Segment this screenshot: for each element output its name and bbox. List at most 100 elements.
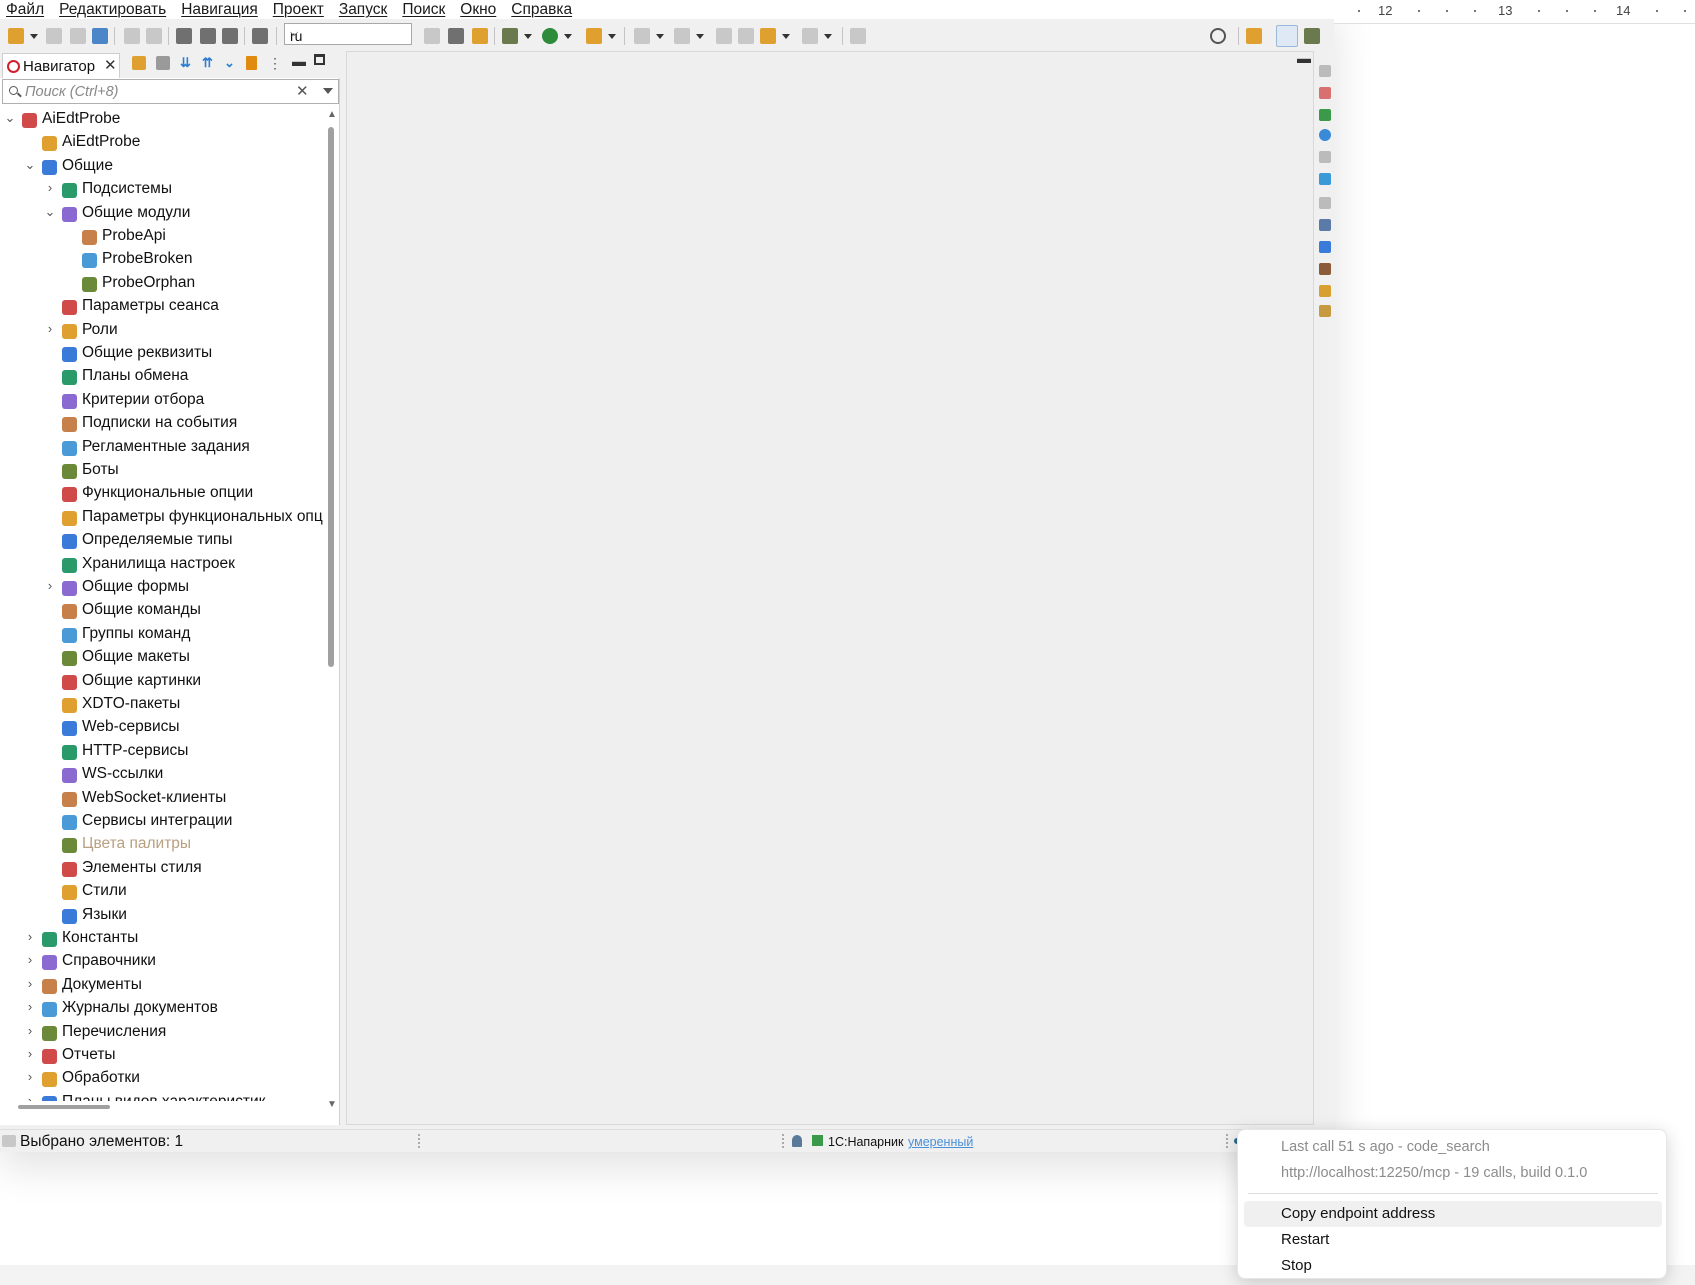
tree-item[interactable]: Общие картинки bbox=[0, 671, 325, 693]
tree-item[interactable]: ProbeBroken bbox=[0, 249, 325, 271]
chevron-right-icon[interactable]: › bbox=[24, 1093, 36, 1101]
copy-endpoint-address-item[interactable]: Copy endpoint address bbox=[1244, 1201, 1662, 1227]
bell-icon[interactable] bbox=[792, 1135, 802, 1147]
chevron-down-icon[interactable]: ⌄ bbox=[224, 56, 238, 70]
help-icon[interactable] bbox=[1319, 129, 1331, 141]
undo-icon[interactable] bbox=[124, 28, 140, 44]
save-all-icon[interactable] bbox=[70, 28, 86, 44]
pin-editor-icon[interactable] bbox=[850, 28, 866, 44]
tree-item[interactable]: › Справочники bbox=[0, 951, 325, 973]
tree-item[interactable]: HTTP-сервисы bbox=[0, 741, 325, 763]
scrollbar-thumb[interactable] bbox=[328, 127, 334, 667]
tree-item[interactable]: WS-ссылки bbox=[0, 764, 325, 786]
tree-item[interactable]: ProbeApi bbox=[0, 226, 325, 248]
chevron-down-icon[interactable]: ⌄ bbox=[44, 204, 56, 220]
tree-item[interactable]: Параметры функциональных опц bbox=[0, 507, 325, 529]
prev-annotation-dropdown-icon[interactable] bbox=[696, 34, 704, 39]
compare-icon[interactable] bbox=[200, 28, 216, 44]
last-edit-icon[interactable] bbox=[716, 28, 732, 44]
outline-icon[interactable] bbox=[1319, 219, 1331, 231]
language-combo[interactable]: ru ⌵ bbox=[284, 23, 412, 45]
expand-all-icon[interactable]: ⇊ bbox=[180, 56, 194, 70]
tree-item[interactable]: Общие реквизиты bbox=[0, 343, 325, 365]
tree-item[interactable]: Языки bbox=[0, 905, 325, 927]
maximize-icon[interactable] bbox=[314, 54, 325, 65]
chevron-down-icon[interactable]: ⌄ bbox=[24, 157, 36, 173]
tree-item[interactable]: Критерии отбора bbox=[0, 390, 325, 412]
scroll-down-icon[interactable]: ▼ bbox=[327, 1099, 337, 1110]
database-icon[interactable] bbox=[1319, 173, 1331, 185]
close-icon[interactable]: ✕ bbox=[104, 56, 117, 74]
restore-icon[interactable] bbox=[1319, 151, 1331, 163]
prev-annotation-icon[interactable] bbox=[674, 28, 690, 44]
chevron-right-icon[interactable]: › bbox=[24, 999, 36, 1014]
user-icon[interactable] bbox=[1319, 263, 1331, 275]
new-dropdown-icon[interactable] bbox=[30, 34, 38, 39]
tree-item[interactable]: Планы обмена bbox=[0, 366, 325, 388]
tree-item[interactable]: ⌄ AiEdtProbe bbox=[0, 109, 325, 131]
stop-item[interactable]: Stop bbox=[1244, 1253, 1662, 1279]
navigator-horizontal-scrollbar[interactable] bbox=[18, 1105, 110, 1109]
chevron-right-icon[interactable]: › bbox=[24, 952, 36, 967]
next-annotation-icon[interactable] bbox=[634, 28, 650, 44]
tree-item[interactable]: ⌄ Общие bbox=[0, 156, 325, 178]
menu-navigate[interactable]: Навигация bbox=[175, 0, 267, 19]
select-icon[interactable] bbox=[176, 28, 192, 44]
tree-item[interactable]: Регламентные задания bbox=[0, 437, 325, 459]
chevron-right-icon[interactable]: › bbox=[44, 180, 56, 195]
chevron-right-icon[interactable]: › bbox=[44, 578, 56, 593]
link-with-editor-icon[interactable] bbox=[132, 56, 146, 70]
tree-item[interactable]: Общие макеты bbox=[0, 647, 325, 669]
menu-search[interactable]: Поиск bbox=[396, 0, 454, 19]
tree-item[interactable]: ⌄ Общие модули bbox=[0, 203, 325, 225]
clear-icon[interactable]: ✕ bbox=[296, 82, 309, 100]
bookmarks-icon[interactable] bbox=[1319, 305, 1331, 317]
tree-item[interactable]: › Журналы документов bbox=[0, 998, 325, 1020]
menu-edit[interactable]: Редактировать bbox=[53, 0, 175, 19]
menu-window[interactable]: Окно bbox=[454, 0, 505, 19]
last-edit-forward-icon[interactable] bbox=[738, 28, 754, 44]
tree-item[interactable]: Параметры сеанса bbox=[0, 296, 325, 318]
tree-item[interactable]: › Константы bbox=[0, 928, 325, 950]
publish-icon[interactable] bbox=[92, 28, 108, 44]
tree-item[interactable]: › Отчеты bbox=[0, 1045, 325, 1067]
back-dropdown-icon[interactable] bbox=[782, 34, 790, 39]
save-icon[interactable] bbox=[46, 28, 62, 44]
structure-icon[interactable] bbox=[1319, 241, 1331, 253]
tree-item[interactable]: Функциональные опции bbox=[0, 483, 325, 505]
tree-item[interactable]: XDTO-пакеты bbox=[0, 694, 325, 716]
run-icon[interactable] bbox=[542, 28, 558, 44]
tree-item[interactable]: › Планы видов характеристик bbox=[0, 1092, 325, 1101]
menu-project[interactable]: Проект bbox=[267, 0, 333, 19]
tree-item[interactable]: Стили bbox=[0, 881, 325, 903]
tree-item[interactable]: Элементы стиля bbox=[0, 858, 325, 880]
tree-item[interactable]: › Общие формы bbox=[0, 577, 325, 599]
tree-item[interactable]: Web-сервисы bbox=[0, 717, 325, 739]
navigator-vertical-scrollbar[interactable]: ▲ ▼ bbox=[325, 109, 338, 1110]
filter-icon[interactable] bbox=[156, 56, 170, 70]
view-menu-icon[interactable]: ⋮ bbox=[268, 56, 282, 70]
chevron-right-icon[interactable]: › bbox=[44, 321, 56, 336]
new-icon[interactable] bbox=[8, 28, 24, 44]
tree-item[interactable]: Группы команд bbox=[0, 624, 325, 646]
search-input[interactable] bbox=[25, 82, 285, 101]
menu-help[interactable]: Справка bbox=[505, 0, 581, 19]
chevron-down-icon[interactable]: ⌄ bbox=[4, 110, 16, 126]
debug-perspective-icon[interactable] bbox=[1304, 28, 1320, 44]
search-options-dropdown-icon[interactable] bbox=[323, 88, 333, 94]
restore-icon[interactable] bbox=[1319, 65, 1331, 77]
redo-icon[interactable] bbox=[146, 28, 162, 44]
minimize-icon[interactable]: ▬ bbox=[292, 53, 306, 69]
tree-item[interactable]: ProbeOrphan bbox=[0, 273, 325, 295]
tree-item[interactable]: › Документы bbox=[0, 975, 325, 997]
collapse-all-icon[interactable]: ⇈ bbox=[202, 56, 216, 70]
menu-run[interactable]: Запуск bbox=[333, 0, 396, 19]
tree-item[interactable]: › Подсистемы bbox=[0, 179, 325, 201]
forward-icon[interactable] bbox=[802, 28, 818, 44]
flag-icon[interactable] bbox=[246, 56, 257, 70]
palette-icon[interactable] bbox=[1319, 109, 1331, 121]
debug-icon[interactable] bbox=[502, 28, 518, 44]
back-icon[interactable] bbox=[760, 28, 776, 44]
tree-item[interactable]: Боты bbox=[0, 460, 325, 482]
tab-navigator[interactable]: Навигатор ✕ bbox=[2, 53, 120, 78]
